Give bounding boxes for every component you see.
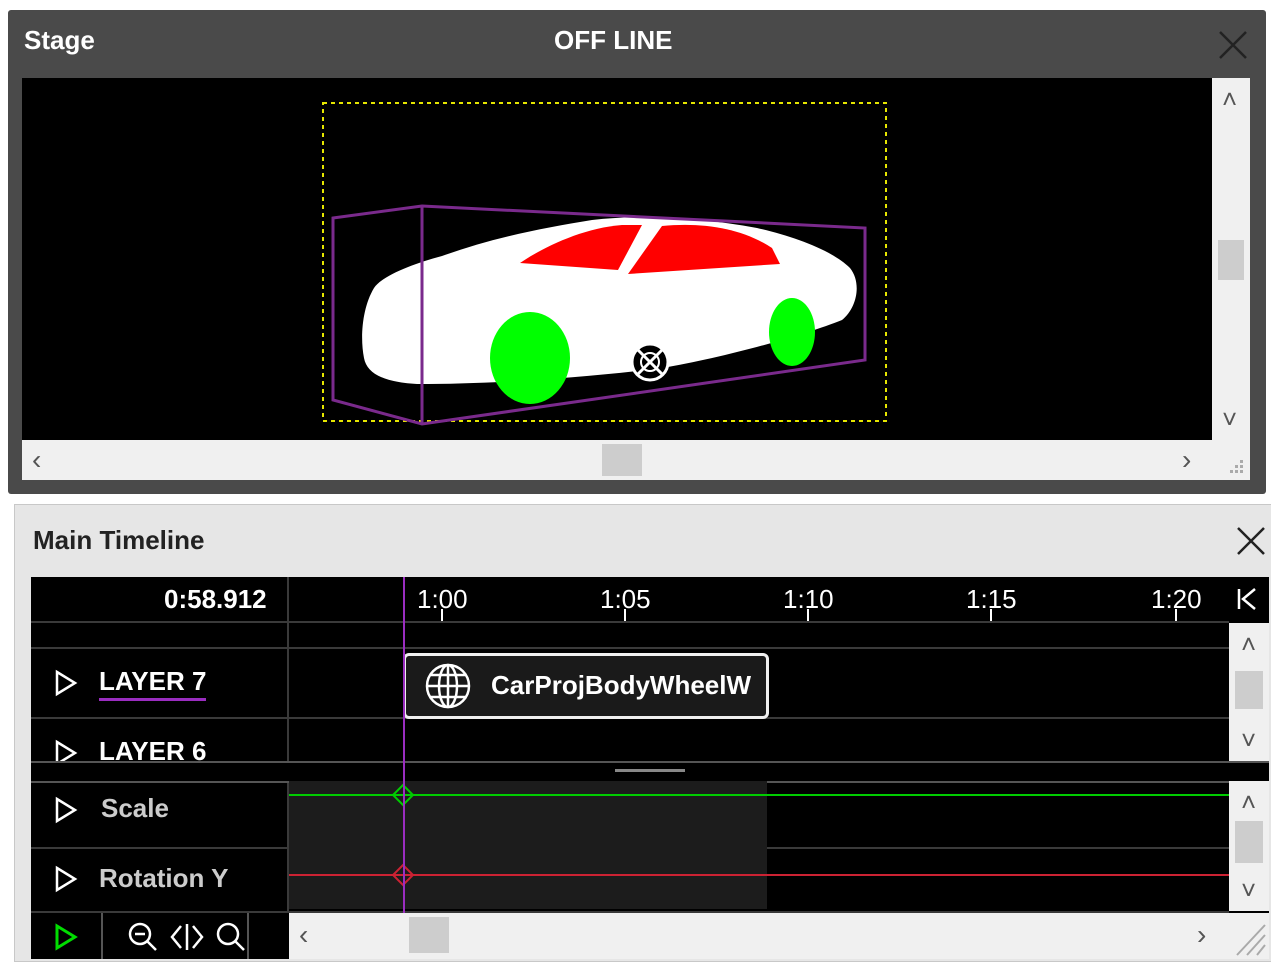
stage-horizontal-scrollbar[interactable]: ‹ › [22, 440, 1212, 480]
zoom-out-icon[interactable] [127, 921, 159, 953]
wheel-rear[interactable] [490, 312, 570, 404]
timeline-title: Main Timeline [33, 525, 205, 555]
track-label[interactable]: Scale [101, 793, 169, 824]
stage-canvas[interactable] [22, 78, 1212, 440]
close-icon[interactable] [1218, 30, 1248, 60]
expand-triangle-icon[interactable] [53, 865, 79, 893]
wheel-front[interactable] [769, 298, 815, 366]
chevron-right-icon[interactable]: › [1197, 921, 1206, 949]
expand-triangle-icon[interactable] [53, 669, 79, 697]
scrollbar-thumb[interactable] [602, 444, 642, 476]
zoom-in-icon[interactable] [215, 921, 247, 953]
chevron-down-icon[interactable]: ˅ [1241, 877, 1256, 903]
splitter-grip [615, 769, 685, 772]
stage-title: Stage [24, 25, 95, 55]
stage-vertical-scrollbar[interactable]: ˄ ˅ [1212, 78, 1250, 440]
close-icon[interactable] [1235, 525, 1267, 557]
layer-row[interactable]: LAYER 7 [31, 649, 287, 717]
chevron-right-icon[interactable]: › [1182, 446, 1191, 474]
scrollbar-thumb[interactable] [1235, 671, 1263, 709]
current-time: 0:58.912 [164, 584, 267, 614]
stage-window: Stage OFF LINE ˄ ˅ ‹ › [8, 10, 1266, 494]
resize-grip-icon[interactable] [1233, 921, 1267, 957]
timeline-toolbar [31, 913, 287, 959]
track-row[interactable]: Rotation Y [31, 849, 287, 911]
scrollbar-thumb[interactable] [1235, 821, 1263, 863]
go-to-start-icon [1237, 588, 1256, 610]
timeline-horizontal-scrollbar[interactable]: ‹ › [289, 913, 1269, 959]
anchor-point-icon[interactable] [630, 342, 670, 382]
layer-label[interactable]: LAYER 7 [99, 666, 207, 701]
timeline-panel: 0:58.912 1:00 1:05 1:10 1:15 1:20 LAYER … [31, 577, 1269, 959]
chevron-up-icon[interactable]: ˄ [1241, 789, 1256, 815]
chevron-down-icon[interactable]: ˅ [1241, 727, 1256, 753]
panel-splitter[interactable] [31, 761, 1269, 783]
expand-triangle-icon[interactable] [53, 739, 79, 761]
globe-icon [425, 663, 471, 709]
playhead[interactable] [403, 577, 405, 959]
chevron-left-icon[interactable]: ‹ [32, 446, 41, 474]
scrollbar-thumb[interactable] [1218, 240, 1244, 280]
chevron-left-icon[interactable]: ‹ [299, 921, 308, 949]
clip-label: CarProjBodyWheelW [491, 670, 752, 700]
track-label[interactable]: Rotation Y [99, 863, 229, 894]
expand-triangle-icon[interactable] [53, 796, 79, 824]
chevron-up-icon[interactable]: ˄ [1241, 631, 1256, 657]
time-ruler[interactable]: 1:00 1:05 1:10 1:15 1:20 [289, 577, 1229, 621]
chevron-up-icon[interactable]: ˄ [1222, 86, 1237, 112]
go-to-start-button[interactable] [1229, 577, 1269, 621]
resize-grip-icon[interactable] [1212, 440, 1250, 480]
clip-block[interactable]: CarProjBodyWheelW [403, 653, 769, 719]
stage-status: OFF LINE [554, 25, 673, 55]
fit-width-icon[interactable] [169, 921, 205, 953]
layer-row[interactable]: LAYER 6 [31, 719, 287, 761]
layer-label[interactable]: LAYER 6 [99, 736, 206, 761]
layers-vertical-scrollbar[interactable]: ˄ ˅ [1229, 623, 1269, 761]
scrollbar-thumb[interactable] [409, 917, 449, 953]
chevron-down-icon[interactable]: ˅ [1222, 406, 1237, 432]
play-icon[interactable] [53, 923, 79, 951]
track-row[interactable]: Scale [31, 781, 287, 847]
timeline-window: Main Timeline 0:58.912 1:00 1:05 1:10 1:… [14, 504, 1271, 962]
tracks-vertical-scrollbar[interactable]: ˄ ˅ [1229, 781, 1269, 911]
